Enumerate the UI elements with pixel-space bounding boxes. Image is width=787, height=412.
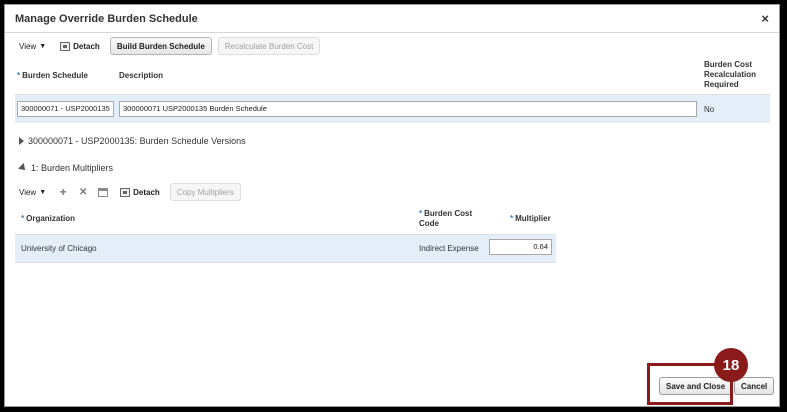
manage-override-dialog: Manage Override Burden Schedule × View ▼… (4, 4, 780, 407)
multipliers-view-menu[interactable]: View ▼ (15, 183, 50, 201)
multipliers-section-label: 1: Burden Multipliers (31, 163, 114, 173)
copy-multipliers-button[interactable]: Copy Multipliers (169, 183, 241, 201)
required-icon: * (17, 71, 21, 80)
multipliers-detach-button[interactable]: Detach (116, 183, 164, 201)
collapse-icon (18, 163, 28, 173)
dialog-title: Manage Override Burden Schedule (15, 13, 198, 25)
header-burden-cost-code: * Burden Cost Code (419, 209, 473, 228)
burden-code-value: Indirect Expense (419, 244, 479, 253)
detach-icon (120, 187, 131, 197)
add-icon[interactable]: + (56, 185, 70, 199)
detach-label: Detach (73, 41, 100, 51)
header-recalc-required: Burden Cost Recalculation Required (704, 60, 757, 89)
header-description: Description (119, 71, 164, 80)
recalc-required-value: No (704, 105, 715, 114)
recalculate-burden-cost-button[interactable]: Recalculate Burden Cost (217, 37, 321, 55)
multipliers-section-header[interactable]: 1: Burden Multipliers (18, 163, 114, 173)
detach-icon (60, 41, 71, 51)
organization-value: University of Chicago (21, 244, 97, 253)
schedule-toolbar: View ▼ Detach Build Burden Schedule Reca… (15, 37, 321, 55)
caret-down-icon: ▼ (39, 188, 47, 196)
versions-section-label: 300000071 - USP2000135: Burden Schedule … (28, 136, 246, 146)
required-icon: * (21, 214, 25, 223)
required-icon: * (419, 209, 423, 218)
description-input[interactable]: 300000071 USP2000135 Burden Schedule (119, 101, 697, 117)
view-menu-label: View (19, 41, 37, 51)
step-number-badge: 18 (714, 348, 748, 382)
multipliers-toolbar: View ▼ + ✕ Detach Copy Multipliers (15, 183, 241, 201)
view-menu-label: View (19, 187, 37, 197)
header-multiplier: * Multiplier (510, 214, 551, 223)
close-icon[interactable]: × (761, 11, 769, 26)
freeze-icon[interactable] (96, 185, 110, 199)
view-menu[interactable]: View ▼ (15, 37, 50, 55)
build-burden-schedule-button[interactable]: Build Burden Schedule (109, 37, 212, 55)
required-icon: * (510, 214, 514, 223)
delete-icon[interactable]: ✕ (76, 185, 90, 199)
multiplier-input[interactable]: 0.64 (489, 239, 552, 255)
expand-icon (19, 137, 24, 145)
detach-label: Detach (133, 187, 160, 197)
burden-schedule-input[interactable]: 300000071 - USP2000135 (17, 101, 114, 117)
cancel-button[interactable]: Cancel (734, 377, 775, 395)
detach-button[interactable]: Detach (56, 37, 104, 55)
multipliers-row-divider (15, 262, 556, 263)
dialog-title-bar: Manage Override Burden Schedule × (5, 5, 779, 33)
caret-down-icon: ▼ (39, 42, 47, 50)
header-burden-schedule: * Burden Schedule (17, 71, 88, 80)
versions-section-header[interactable]: 300000071 - USP2000135: Burden Schedule … (19, 136, 246, 146)
header-organization: * Organization (21, 214, 76, 223)
